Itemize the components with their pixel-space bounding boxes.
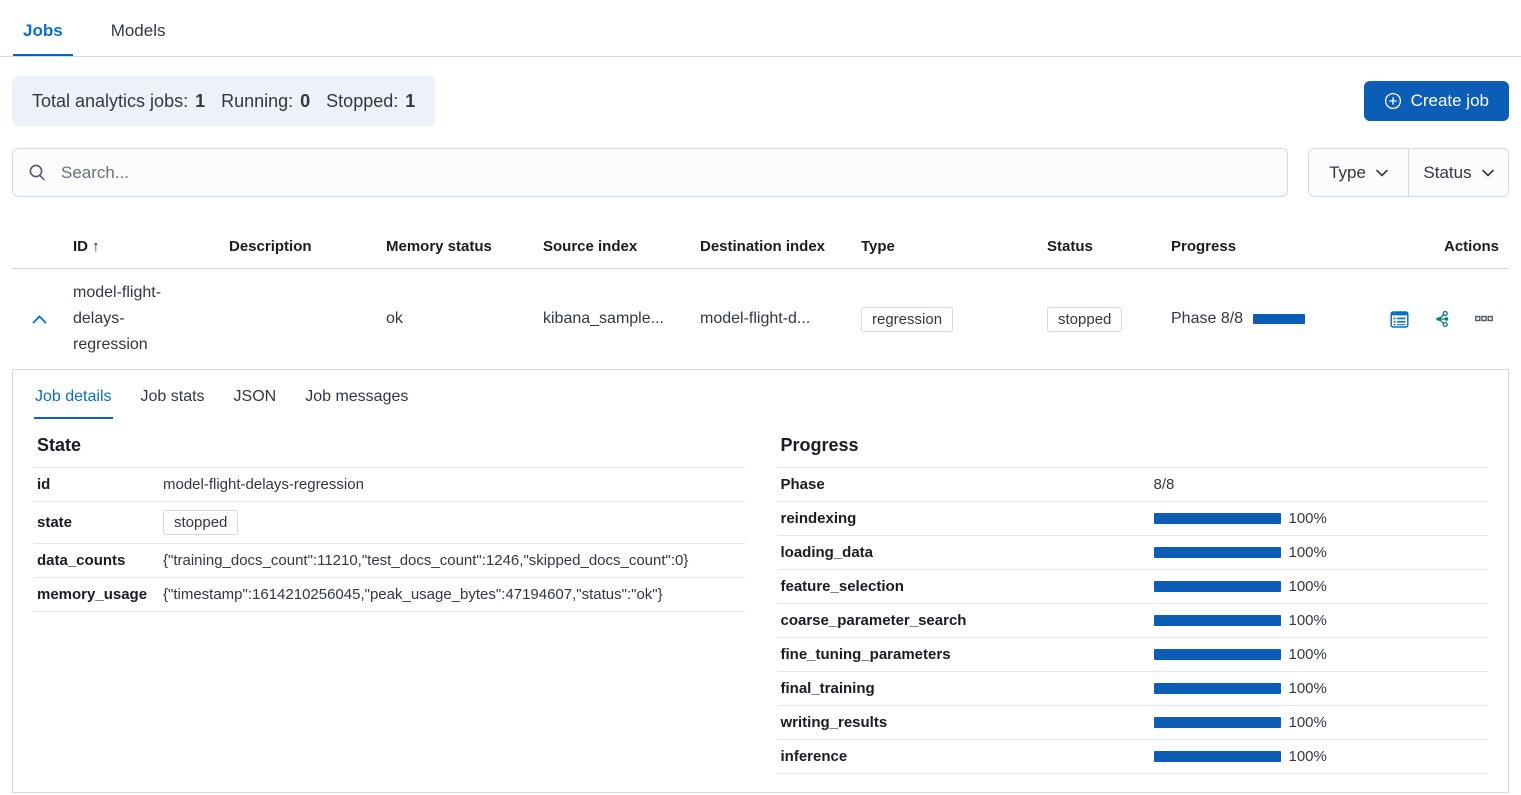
header-expander-col (12, 238, 73, 255)
search-row: Type Status (12, 148, 1509, 197)
state-row-state: state stopped (33, 501, 745, 543)
progress-percent: 100% (1289, 714, 1327, 731)
column-header-memory-status[interactable]: Memory status (386, 238, 543, 255)
tab-job-stats[interactable]: Job stats (140, 372, 206, 419)
filter-group: Type Status (1308, 148, 1509, 197)
stopped-jobs-value: 1 (405, 91, 415, 112)
progress-row-inference: inference 100% (777, 739, 1489, 774)
column-header-actions: Actions (1380, 238, 1509, 255)
progress-mini-bar (1253, 314, 1305, 324)
state-row-data-counts: data_counts {"training_docs_count":11210… (33, 543, 745, 577)
type-filter-label: Type (1329, 163, 1366, 183)
tab-job-messages[interactable]: Job messages (304, 372, 409, 419)
tab-models[interactable]: Models (101, 5, 176, 56)
column-header-id[interactable]: ID ↑ (73, 238, 229, 255)
progress-bar (1154, 751, 1281, 762)
progress-bar (1154, 547, 1281, 558)
status-filter-label: Status (1423, 163, 1471, 183)
detail-content: State id model-flight-delays-regression … (13, 419, 1508, 792)
progress-bar (1154, 717, 1281, 728)
running-jobs-label: Running: (221, 91, 293, 112)
progress-row-feature-selection: feature_selection 100% (777, 569, 1489, 603)
chevron-up-icon (32, 315, 47, 324)
progress-section: Progress Phase 8/8 reindexing 100% loadi… (777, 427, 1489, 774)
stats-row: Total analytics jobs: 1 Running: 0 Stopp… (12, 76, 1509, 126)
chevron-down-icon (1482, 169, 1494, 177)
plus-circle-icon (1384, 92, 1402, 110)
progress-bar (1154, 581, 1281, 592)
status-filter-button[interactable]: Status (1408, 149, 1508, 196)
status-badge: stopped (1047, 307, 1122, 332)
cell-memory-status: ok (386, 310, 543, 328)
more-actions-button[interactable] (1475, 315, 1493, 323)
progress-row-coarse-parameter-search: coarse_parameter_search 100% (777, 603, 1489, 637)
analytics-map-icon (1433, 310, 1451, 328)
type-badge: regression (861, 307, 953, 332)
tab-job-details[interactable]: Job details (34, 372, 113, 419)
progress-percent: 100% (1289, 510, 1327, 527)
chevron-down-icon (1376, 169, 1388, 177)
jobs-stats-bar: Total analytics jobs: 1 Running: 0 Stopp… (12, 76, 435, 126)
progress-bar (1154, 683, 1281, 694)
analytics-map-button[interactable] (1433, 310, 1451, 328)
main-tabs: Jobs Models (0, 0, 1521, 57)
table-view-icon (1390, 310, 1409, 329)
progress-row-reindexing: reindexing 100% (777, 501, 1489, 535)
stopped-jobs-label: Stopped: (326, 91, 398, 112)
state-section: State id model-flight-delays-regression … (33, 427, 745, 774)
progress-bar (1154, 513, 1281, 524)
column-header-destination-index[interactable]: Destination index (700, 238, 861, 255)
progress-percent: 100% (1289, 646, 1327, 663)
state-section-title: State (37, 435, 741, 456)
progress-row-final-training: final_training 100% (777, 671, 1489, 705)
tab-jobs[interactable]: Jobs (13, 5, 73, 56)
cell-actions (1380, 310, 1509, 329)
cell-progress: Phase 8/8 (1171, 310, 1380, 328)
progress-bar (1154, 649, 1281, 660)
progress-percent: 100% (1289, 578, 1327, 595)
total-jobs-label: Total analytics jobs: (32, 91, 188, 112)
state-stopped-badge: stopped (163, 510, 238, 535)
progress-percent: 100% (1289, 612, 1327, 629)
total-jobs-value: 1 (195, 91, 205, 112)
running-jobs-value: 0 (300, 91, 310, 112)
search-input[interactable] (59, 162, 1272, 184)
search-icon (28, 163, 47, 182)
cell-source-index: kibana_sample... (543, 310, 700, 328)
table-row: model-flight-delays-regression ok kibana… (12, 269, 1509, 369)
cell-destination-index: model-flight-d... (700, 310, 861, 328)
search-input-wrapper (12, 148, 1288, 197)
sort-ascending-icon: ↑ (92, 238, 100, 255)
state-row-id: id model-flight-delays-regression (33, 467, 745, 501)
cell-job-id: model-flight-delays-regression (73, 280, 195, 358)
type-filter-button[interactable]: Type (1309, 149, 1408, 196)
column-header-status[interactable]: Status (1047, 238, 1171, 255)
column-header-source-index[interactable]: Source index (543, 238, 700, 255)
progress-percent: 100% (1289, 680, 1327, 697)
job-detail-panel: Job details Job stats JSON Job messages … (12, 369, 1509, 793)
tab-json[interactable]: JSON (233, 372, 278, 419)
progress-section-title: Progress (781, 435, 1485, 456)
create-job-button[interactable]: Create job (1364, 81, 1509, 121)
progress-row-writing-results: writing_results 100% (777, 705, 1489, 739)
progress-row-phase: Phase 8/8 (777, 467, 1489, 501)
column-header-type[interactable]: Type (861, 238, 1047, 255)
progress-percent: 100% (1289, 544, 1327, 561)
table-header: ID ↑ Description Memory status Source in… (12, 230, 1509, 269)
progress-row-loading-data: loading_data 100% (777, 535, 1489, 569)
create-job-label: Create job (1411, 91, 1489, 111)
view-results-button[interactable] (1390, 310, 1409, 329)
boxes-horizontal-icon (1475, 315, 1493, 323)
column-header-description[interactable]: Description (229, 238, 386, 255)
column-header-progress[interactable]: Progress (1171, 238, 1380, 255)
analytics-jobs-table: ID ↑ Description Memory status Source in… (12, 230, 1509, 793)
progress-row-fine-tuning-parameters: fine_tuning_parameters 100% (777, 637, 1489, 671)
progress-percent: 100% (1289, 748, 1327, 765)
progress-phase-label: Phase 8/8 (1171, 310, 1243, 328)
collapse-row-button[interactable] (28, 311, 51, 328)
detail-tabs: Job details Job stats JSON Job messages (13, 370, 1508, 419)
progress-bar (1154, 615, 1281, 626)
state-row-memory-usage: memory_usage {"timestamp":1614210256045,… (33, 577, 745, 612)
